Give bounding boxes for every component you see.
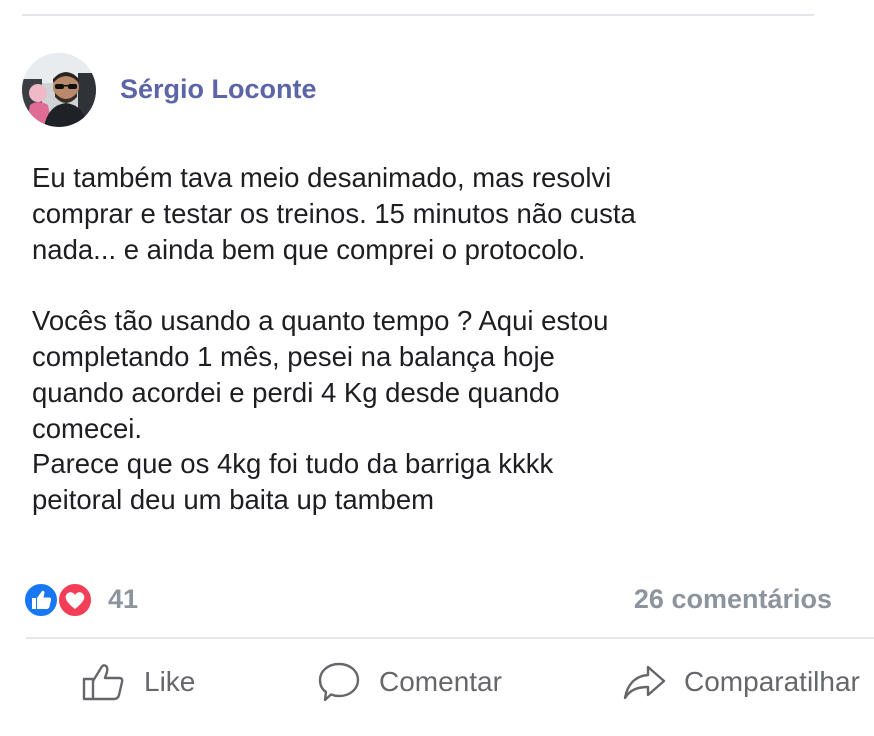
actions-divider <box>26 637 874 639</box>
comment-label: Comentar <box>379 666 502 697</box>
reaction-icons[interactable] <box>22 580 102 620</box>
comments-count[interactable]: 26 comentários <box>634 584 832 615</box>
avatar[interactable] <box>22 53 96 127</box>
post-text: Eu também tava meio desanimado, mas reso… <box>32 162 636 516</box>
author-name[interactable]: Sérgio Loconte <box>120 74 317 105</box>
love-reaction-icon <box>57 582 93 618</box>
share-button[interactable]: Comparatilhar <box>622 650 860 714</box>
share-label: Comparatilhar <box>684 666 860 697</box>
share-arrow-icon <box>622 662 666 702</box>
post-actions: Like Comentar Comparatilhar <box>0 650 874 714</box>
top-divider <box>22 14 814 16</box>
comment-button[interactable]: Comentar <box>317 650 502 714</box>
like-label: Like <box>144 666 196 697</box>
like-button[interactable]: Like <box>82 650 195 714</box>
like-reaction-icon <box>23 582 59 618</box>
avatar-photo <box>22 53 96 127</box>
post-header: Sérgio Loconte <box>22 52 317 128</box>
reaction-count[interactable]: 41 <box>108 584 138 615</box>
comment-bubble-icon <box>317 661 361 703</box>
reactions-bar: 41 26 comentários <box>22 580 832 620</box>
thumbs-up-icon <box>82 662 126 702</box>
